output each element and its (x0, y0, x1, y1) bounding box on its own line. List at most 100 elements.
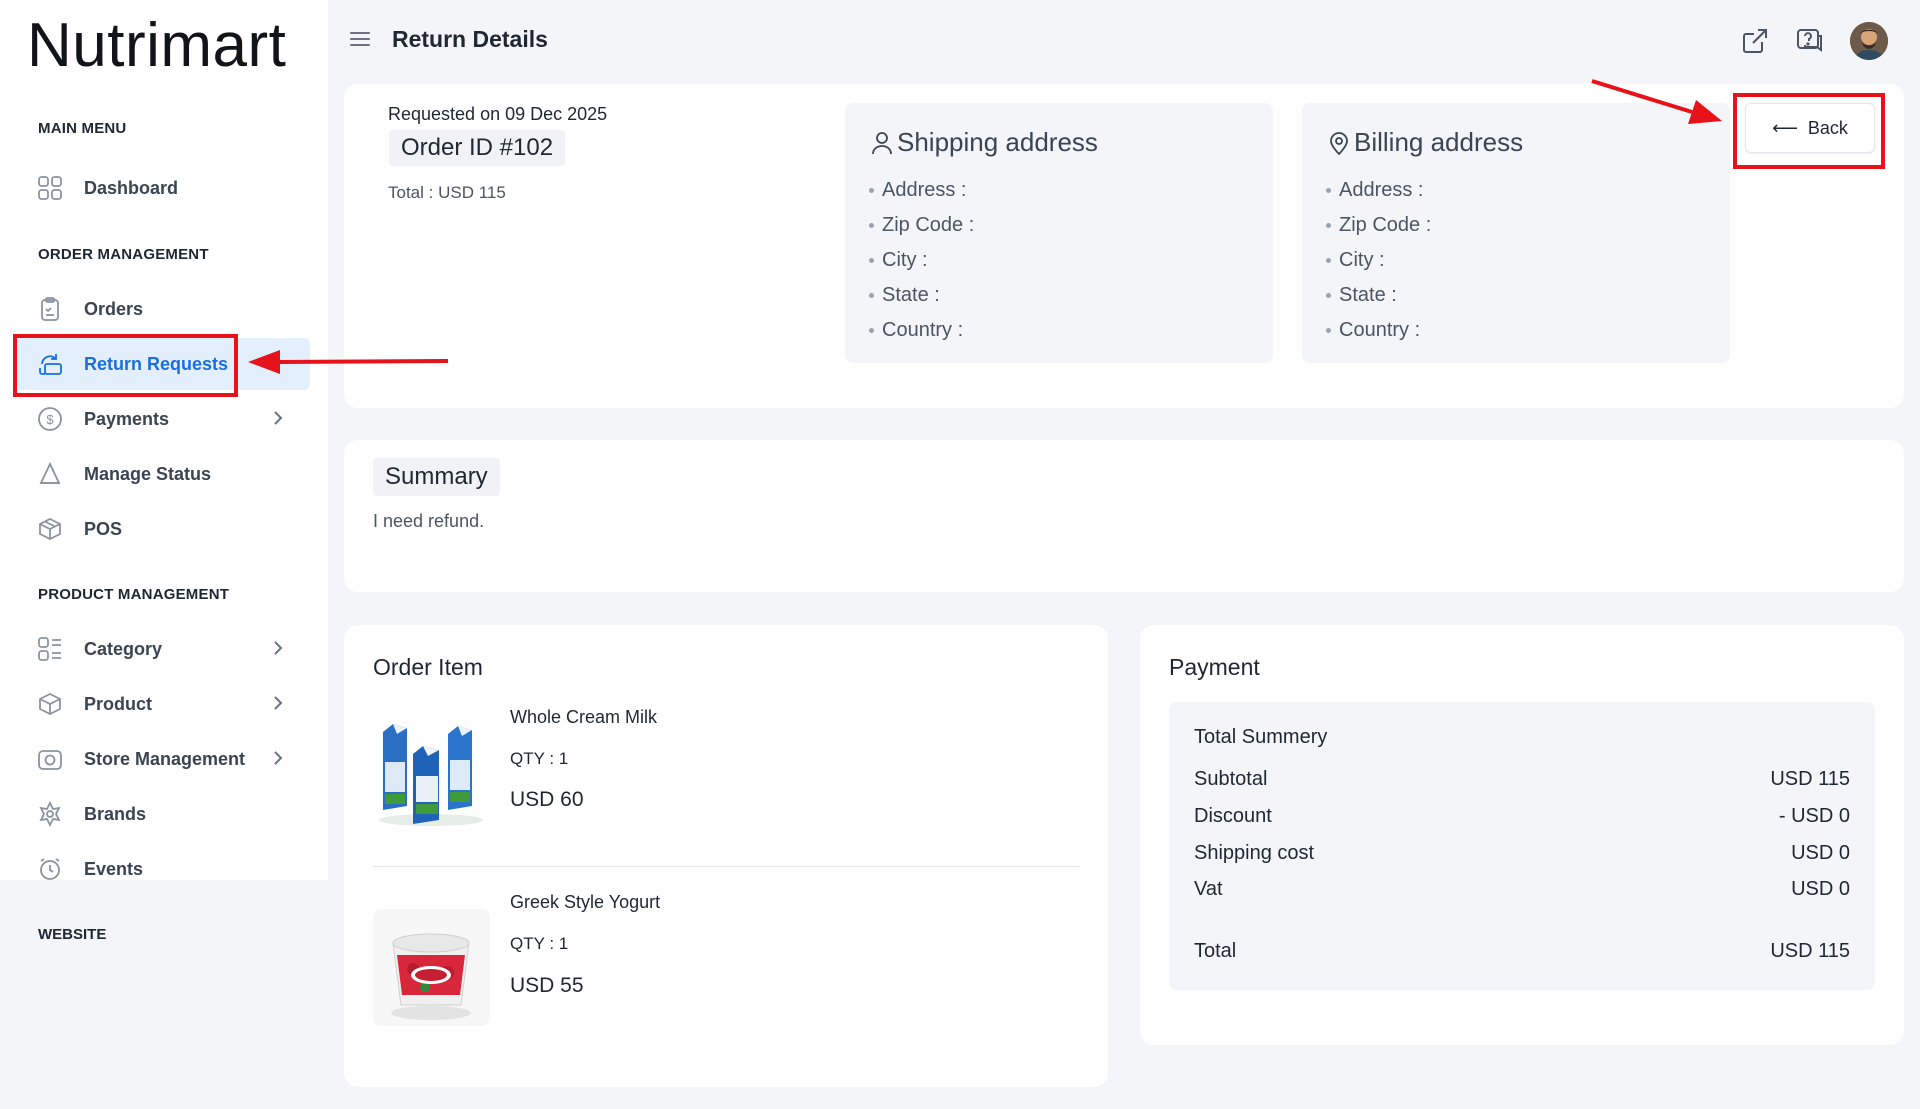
payment-row-total: Total USD 115 (1194, 940, 1850, 963)
sidebar-item-pos[interactable]: POS (14, 503, 310, 555)
summary-title: Summary (373, 458, 500, 496)
item-divider (373, 866, 1080, 867)
shipping-address-title-text: Shipping address (897, 127, 1098, 157)
payment-summary-box: Total Summery Subtotal USD 115 Discount … (1169, 702, 1875, 990)
pos-box-icon (36, 515, 64, 543)
payment-row-label: Vat (1194, 878, 1223, 900)
shipping-state-field: State : (869, 278, 974, 313)
alarm-clock-icon (36, 855, 64, 883)
payment-row-value: USD 115 (1770, 768, 1850, 790)
payment-row-label: Discount (1194, 805, 1272, 827)
shipping-zip-field: Zip Code : (869, 208, 974, 243)
payment-row-shipping: Shipping cost USD 0 (1194, 842, 1850, 865)
annotation-highlight-back-button (1733, 93, 1885, 169)
sidebar-item-store-management[interactable]: Store Management (14, 733, 310, 785)
item-price: USD 55 (510, 974, 584, 997)
order-items-title: Order Item (373, 654, 483, 680)
total-summary-heading: Total Summery (1194, 726, 1850, 749)
shipping-city-field: City : (869, 243, 974, 278)
shipping-address-title: Shipping address (869, 127, 1098, 158)
sidebar-item-label: POS (84, 518, 123, 539)
shipping-address-field: Address : (869, 173, 974, 208)
payment-row-vat: Vat USD 0 (1194, 878, 1850, 901)
dollar-circle-icon: $ (36, 405, 64, 433)
sidebar-item-events[interactable]: Events (14, 843, 310, 895)
payment-row-discount: Discount - USD 0 (1194, 805, 1850, 828)
item-qty: QTY : 1 (510, 934, 569, 953)
total-summary-title: Total Summery (1194, 726, 1328, 748)
store-camera-icon (36, 745, 64, 773)
billing-address-title: Billing address (1326, 127, 1523, 158)
sidebar-item-label: Category (84, 638, 163, 659)
billing-address-title-text: Billing address (1354, 127, 1524, 157)
order-total: Total : USD 115 (388, 183, 506, 202)
requested-date: Requested on 09 Dec 2025 (388, 104, 608, 124)
payment-row-value: USD 0 (1791, 878, 1850, 900)
payment-row-label: Shipping cost (1194, 842, 1315, 864)
shipping-address-box: Shipping address Address : Zip Code : Ci… (845, 103, 1273, 363)
summary-card (344, 440, 1904, 592)
section-label-main-menu: MAIN MENU (38, 120, 127, 137)
brand-logo[interactable]: Nutrimart (27, 10, 286, 81)
chevron-right-icon (274, 641, 283, 655)
section-label-website: WEBSITE (38, 926, 107, 943)
order-id: Order ID #102 (389, 130, 566, 166)
clipboard-icon (36, 295, 64, 323)
status-cone-icon (36, 460, 64, 488)
product-box-icon (36, 690, 64, 718)
category-grid-icon (36, 635, 64, 663)
billing-address-field: Address : (1326, 173, 1431, 208)
billing-country-field: Country : (1326, 313, 1431, 348)
payment-total-value: USD 115 (1770, 940, 1850, 962)
sidebar-item-label: Events (84, 858, 144, 879)
payment-total-label: Total (1194, 940, 1237, 962)
sidebar-item-category[interactable]: Category (14, 623, 310, 675)
sidebar-item-product[interactable]: Product (14, 678, 310, 730)
sidebar-item-payments[interactable]: $ Payments (14, 393, 310, 445)
payment-row-label: Subtotal (1194, 768, 1268, 790)
location-pin-icon (1330, 131, 1348, 155)
item-name: Whole Cream Milk (510, 707, 658, 727)
payment-title: Payment (1169, 654, 1260, 680)
sidebar-item-manage-status[interactable]: Manage Status (14, 448, 310, 500)
sidebar-item-dashboard[interactable]: Dashboard (14, 162, 310, 214)
billing-address-fields: Address : Zip Code : City : State : Coun… (1326, 173, 1431, 348)
sidebar-item-label: Manage Status (84, 463, 212, 484)
page-title: Return Details (392, 26, 548, 52)
shipping-country-field: Country : (869, 313, 974, 348)
billing-state-field: State : (1326, 278, 1431, 313)
dashboard-icon (36, 174, 64, 202)
summary-text: I need refund. (373, 511, 485, 531)
billing-address-box: Billing address Address : Zip Code : Cit… (1302, 103, 1730, 363)
brand-star-icon (36, 800, 64, 828)
external-link-icon[interactable] (1740, 26, 1770, 56)
sidebar-item-label: Brands (84, 803, 147, 824)
user-icon (872, 131, 892, 154)
yogurt-product-image (373, 909, 490, 1026)
sidebar-item-label: Dashboard (84, 177, 179, 198)
sidebar-item-label: Store Management (84, 748, 246, 769)
annotation-highlight-return-requests (13, 334, 238, 397)
shipping-address-fields: Address : Zip Code : City : State : Coun… (869, 173, 974, 348)
payment-row-subtotal: Subtotal USD 115 (1194, 768, 1850, 791)
chat-support-icon[interactable] (1795, 26, 1825, 56)
chevron-right-icon (274, 411, 283, 425)
sidebar: Nutrimart MAIN MENU Dashboard ORDER MANA… (0, 0, 328, 880)
sidebar-item-label: Payments (84, 408, 170, 429)
chevron-right-icon (274, 751, 283, 765)
milk-product-image (373, 712, 490, 829)
sidebar-item-brands[interactable]: Brands (14, 788, 310, 840)
item-name: Greek Style Yogurt (510, 892, 661, 912)
billing-city-field: City : (1326, 243, 1431, 278)
svg-text:$: $ (46, 412, 54, 427)
menu-toggle-icon[interactable] (350, 32, 370, 48)
sidebar-item-orders[interactable]: Orders (14, 283, 310, 335)
payment-row-value: USD 0 (1791, 842, 1850, 864)
payment-row-value: - USD 0 (1778, 805, 1850, 827)
section-label-order-management: ORDER MANAGEMENT (38, 246, 209, 263)
chevron-right-icon (274, 696, 283, 710)
avatar[interactable] (1850, 22, 1888, 60)
item-qty: QTY : 1 (510, 749, 569, 768)
sidebar-item-label: Product (84, 693, 153, 714)
item-price: USD 60 (510, 788, 584, 811)
